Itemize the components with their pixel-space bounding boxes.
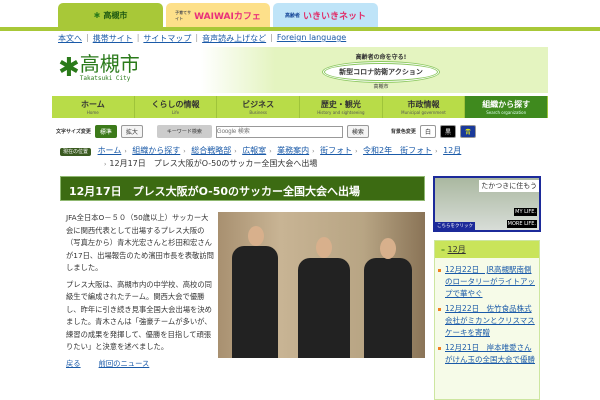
tab-sublabel: 子育てサイト xyxy=(175,9,192,21)
news-list: 12月22日 JR高槻駅南側のロータリーがライトアップで華やぐ 12月22日 佐… xyxy=(435,258,539,366)
nav-home[interactable]: ホーム Home xyxy=(52,96,135,118)
bg-black-button[interactable]: 黒 xyxy=(439,125,456,138)
breadcrumb: 現在の位置 ホーム › 組織から探す › 総合戦略部 › 広報室 › 業務案内 › 街フォ… xyxy=(60,145,540,171)
corona-campaign-banner[interactable]: 高齢者の命を守る! 新型コロナ防衛アクション 高槻市 xyxy=(322,52,440,90)
breadcrumb-link[interactable]: ホーム xyxy=(98,146,122,155)
campaign-bottom: 高槻市 xyxy=(373,84,389,90)
breadcrumb-link[interactable]: 令和2年 街フォト xyxy=(363,146,432,155)
logo-sub: Takatsuki City xyxy=(79,75,131,82)
search-input[interactable] xyxy=(215,125,343,138)
bg-blue-button[interactable]: 青 xyxy=(459,125,476,138)
nav-label: ビジネス xyxy=(242,100,275,109)
article-body: JFA全日本O－５０（50歳以上）サッカー大会に関西代表として出場するプレス大阪… xyxy=(66,212,214,370)
font-size-label: 文字サイズ変更 xyxy=(56,129,91,135)
nav-municipal[interactable]: 市政情報 Municipal government xyxy=(383,96,466,118)
keyword-search-label: キーワード検索 xyxy=(156,125,212,138)
city-tree-icon: ✱ xyxy=(58,52,80,83)
breadcrumb-link[interactable]: 組織から探す xyxy=(132,146,180,155)
tab-label: WAIWAIカフェ xyxy=(194,12,261,22)
person-head xyxy=(316,237,332,258)
campaign-top: 高齢者の命を守る! xyxy=(355,54,407,61)
nav-label: 組織から探す xyxy=(482,100,531,109)
news-link[interactable]: 12月22日 JR高槻駅南側のロータリーがライトアップで華やぐ xyxy=(445,265,535,298)
tab-ikiiki-net[interactable]: 高齢者 いきいきネット xyxy=(273,3,378,28)
tab-takatsuki[interactable]: ✱ 高槻市 xyxy=(58,3,163,28)
person-head xyxy=(248,226,264,246)
month-link[interactable]: 12月 xyxy=(448,245,466,254)
breadcrumb-link[interactable]: 12月 xyxy=(443,146,461,155)
top-bar xyxy=(0,27,600,31)
banner-click: こちらをクリック xyxy=(435,222,475,230)
news-link[interactable]: 12月22日 佐竹食品株式会社がミカンとクリスマスケーキを寄贈 xyxy=(445,304,535,337)
link-foreign-language[interactable]: Foreign language xyxy=(277,33,346,44)
tools-bar: 文字サイズ変更 標準 拡大 キーワード検索 検索 背景色変更 白 黒 青 xyxy=(56,124,548,139)
breadcrumb-link[interactable]: 広報室 xyxy=(242,146,266,155)
site-logo[interactable]: ✱ 高槻市 Takatsuki City xyxy=(58,53,140,82)
breadcrumb-here-label: 現在の位置 xyxy=(60,148,92,156)
back-link[interactable]: 戻る xyxy=(66,359,81,368)
logo-name: 高槻市 xyxy=(79,52,140,76)
city-tree-icon: ✱ xyxy=(93,11,101,20)
list-item: 12月21日 岸本唯愛さんがけん玉の全国大会で優勝 xyxy=(438,342,535,366)
nav-life[interactable]: くらしの情報 Life xyxy=(135,96,218,118)
banner-more-life: MORE LIFE. xyxy=(506,220,537,228)
person-figure xyxy=(232,246,278,358)
search-button[interactable]: 検索 xyxy=(346,125,369,138)
nav-organization[interactable]: 組織から探す Search organization xyxy=(465,96,549,118)
nav-sublabel: Business xyxy=(249,110,267,115)
person-figure xyxy=(298,258,350,358)
article-photo xyxy=(218,212,425,358)
site-header: ✱ 高槻市 Takatsuki City 高齢者の命を守る! 新型コロナ防衛アクシ… xyxy=(52,47,548,93)
font-standard-button[interactable]: 標準 xyxy=(94,125,117,138)
breadcrumb-link[interactable]: 街フォト xyxy=(320,146,352,155)
link-sitemap[interactable]: サイトマップ xyxy=(143,33,191,44)
article-paragraph: プレス大阪は、高槻市内の中学校、高校の同級生で編成されたチーム。関西大会で優勝し… xyxy=(66,279,212,352)
takatsuki-living-banner[interactable]: たかつきに住もう MY LIFE. MORE LIFE. こちらをクリック xyxy=(433,176,541,232)
banner-title: たかつきに住もう xyxy=(479,180,539,192)
tab-label: 高槻市 xyxy=(103,11,128,20)
link-main-content[interactable]: 本文へ xyxy=(58,33,82,44)
news-link[interactable]: 12月21日 岸本唯愛さんがけん玉の全国大会で優勝 xyxy=(445,343,535,364)
nav-label: ホーム xyxy=(80,100,105,109)
person-figure xyxy=(364,258,412,358)
person-head xyxy=(380,238,396,259)
banner-my-life: MY LIFE. xyxy=(514,208,537,216)
bg-color-label: 背景色変更 xyxy=(390,129,416,135)
month-news-box: – 12月 12月22日 JR高槻駅南側のロータリーがライトアップで華やぐ 12… xyxy=(434,240,540,400)
nav-business[interactable]: ビジネス Business xyxy=(217,96,301,118)
utility-links: 本文へ | 携帯サイト | サイトマップ | 音声読み上げなど | Foreign la… xyxy=(58,33,347,44)
bg-white-button[interactable]: 白 xyxy=(419,125,436,138)
month-header[interactable]: – 12月 xyxy=(435,241,539,258)
nav-sublabel: Home xyxy=(86,110,99,115)
nav-sublabel: Search organization xyxy=(486,110,527,115)
list-item: 12月22日 JR高槻駅南側のロータリーがライトアップで華やぐ xyxy=(438,264,535,300)
link-accessibility[interactable]: 音声読み上げなど xyxy=(202,33,266,44)
nav-label: くらしの情報 xyxy=(151,100,200,109)
nav-sublabel: History and sightseeing xyxy=(317,110,365,115)
main-nav: ホーム Home くらしの情報 Life ビジネス Business 歴史・観光 His… xyxy=(52,96,549,118)
tab-waiwai-cafe[interactable]: 子育てサイト WAIWAIカフェ xyxy=(166,3,270,28)
minus-icon: – xyxy=(441,245,445,254)
nav-sublabel: Life xyxy=(171,110,180,115)
link-mobile[interactable]: 携帯サイト xyxy=(93,33,133,44)
article-paragraph: JFA全日本O－５０（50歳以上）サッカー大会に関西代表として出場するプレス大阪… xyxy=(66,213,214,272)
previous-news-link[interactable]: 前回のニュース xyxy=(99,359,150,368)
page-title: 12月17日 プレス大阪がO-50のサッカー全国大会へ出場 xyxy=(60,176,425,201)
nav-label: 市政情報 xyxy=(407,100,440,109)
nav-sublabel: Municipal government xyxy=(401,110,446,115)
nav-label: 歴史・観光 xyxy=(320,100,361,109)
campaign-main: 新型コロナ防衛アクション xyxy=(322,61,440,83)
tab-sublabel: 高齢者 xyxy=(284,13,300,19)
list-item: 12月22日 佐竹食品株式会社がミカンとクリスマスケーキを寄贈 xyxy=(438,303,535,339)
nav-history[interactable]: 歴史・観光 History and sightseeing xyxy=(300,96,383,118)
breadcrumb-link[interactable]: 総合戦略部 xyxy=(191,146,231,155)
tab-label: いきいきネット xyxy=(303,12,367,22)
breadcrumb-current: 12月17日 プレス大阪がO-50のサッカー全国大会へ出場 xyxy=(109,159,318,168)
breadcrumb-link[interactable]: 業務案内 xyxy=(277,146,309,155)
font-large-button[interactable]: 拡大 xyxy=(120,125,143,138)
